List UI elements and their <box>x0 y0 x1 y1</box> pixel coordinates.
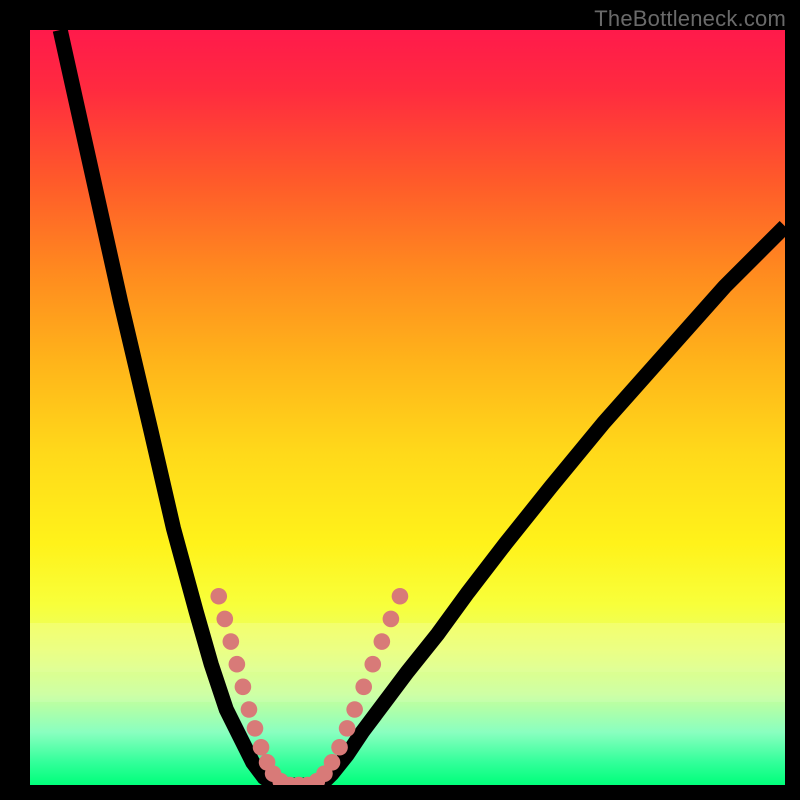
highlight-dot <box>216 611 233 628</box>
highlight-dot <box>346 701 363 718</box>
chart-frame: TheBottleneck.com <box>0 0 800 800</box>
highlight-dot <box>383 611 400 628</box>
highlight-dot <box>223 633 240 650</box>
highlight-dot <box>247 720 264 737</box>
highlight-dot <box>339 720 356 737</box>
watermark-text: TheBottleneck.com <box>594 6 786 32</box>
bottleneck-curve <box>60 30 785 785</box>
highlight-dot <box>364 656 381 673</box>
highlight-dot <box>324 754 341 771</box>
highlight-dot <box>331 739 348 756</box>
highlight-dots-group <box>210 588 408 785</box>
highlight-dot <box>229 656 246 673</box>
highlight-dot <box>374 633 391 650</box>
highlight-dot <box>355 679 372 696</box>
highlight-dot <box>235 679 252 696</box>
highlight-dot <box>253 739 270 756</box>
curve-svg <box>30 30 785 785</box>
highlight-dot <box>241 701 258 718</box>
highlight-dot <box>210 588 227 605</box>
plot-area <box>30 30 785 785</box>
highlight-dot <box>392 588 409 605</box>
